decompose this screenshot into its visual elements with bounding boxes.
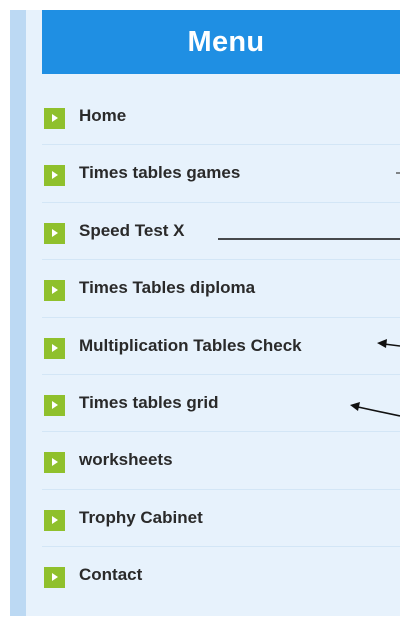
menu-item-label: Times Tables diploma bbox=[79, 278, 256, 298]
menu-item-multiplication-tables-check[interactable]: Multiplication Tables Check bbox=[42, 318, 400, 375]
menu-item-label: Contact bbox=[79, 565, 143, 585]
menu-item-label: Times tables games bbox=[79, 163, 241, 183]
menu-item-label: Trophy Cabinet bbox=[79, 507, 203, 527]
menu-item-times-tables-grid[interactable]: Times tables grid bbox=[42, 375, 400, 433]
menu-item-speed-test-x[interactable]: Speed Test X bbox=[42, 203, 400, 261]
play-arrow-icon bbox=[44, 280, 65, 302]
left-rail bbox=[10, 10, 26, 616]
menu-item-times-tables-games[interactable]: Times tables games bbox=[42, 145, 400, 203]
play-arrow-icon bbox=[44, 509, 65, 531]
menu-item-label: Times tables grid bbox=[79, 392, 219, 412]
menu-item-trophy-cabinet[interactable]: Trophy Cabinet bbox=[42, 490, 400, 548]
menu-item-label: Home bbox=[79, 106, 127, 125]
play-arrow-icon bbox=[44, 567, 65, 589]
menu-item-label: Speed Test X bbox=[79, 220, 185, 240]
play-arrow-icon bbox=[44, 165, 65, 187]
menu-item-label: worksheets bbox=[79, 450, 173, 470]
menu-item-times-tables-diploma[interactable]: Times Tables diploma bbox=[42, 260, 400, 318]
menu-list: Home Times tables games Speed Test X Tim… bbox=[42, 88, 400, 605]
play-arrow-icon bbox=[44, 108, 65, 129]
play-arrow-icon bbox=[44, 452, 65, 474]
play-arrow-icon bbox=[44, 394, 65, 416]
play-arrow-icon bbox=[44, 222, 65, 244]
menu-item-worksheets[interactable]: worksheets bbox=[42, 432, 400, 490]
menu-item-contact[interactable]: Contact bbox=[42, 547, 400, 604]
page: Menu Home Times tables games Speed Test … bbox=[0, 0, 400, 617]
menu-header: Menu bbox=[42, 10, 400, 74]
menu-item-label: Multiplication Tables Check bbox=[79, 335, 302, 355]
play-arrow-icon bbox=[44, 337, 65, 359]
menu-item-home[interactable]: Home bbox=[42, 88, 400, 146]
